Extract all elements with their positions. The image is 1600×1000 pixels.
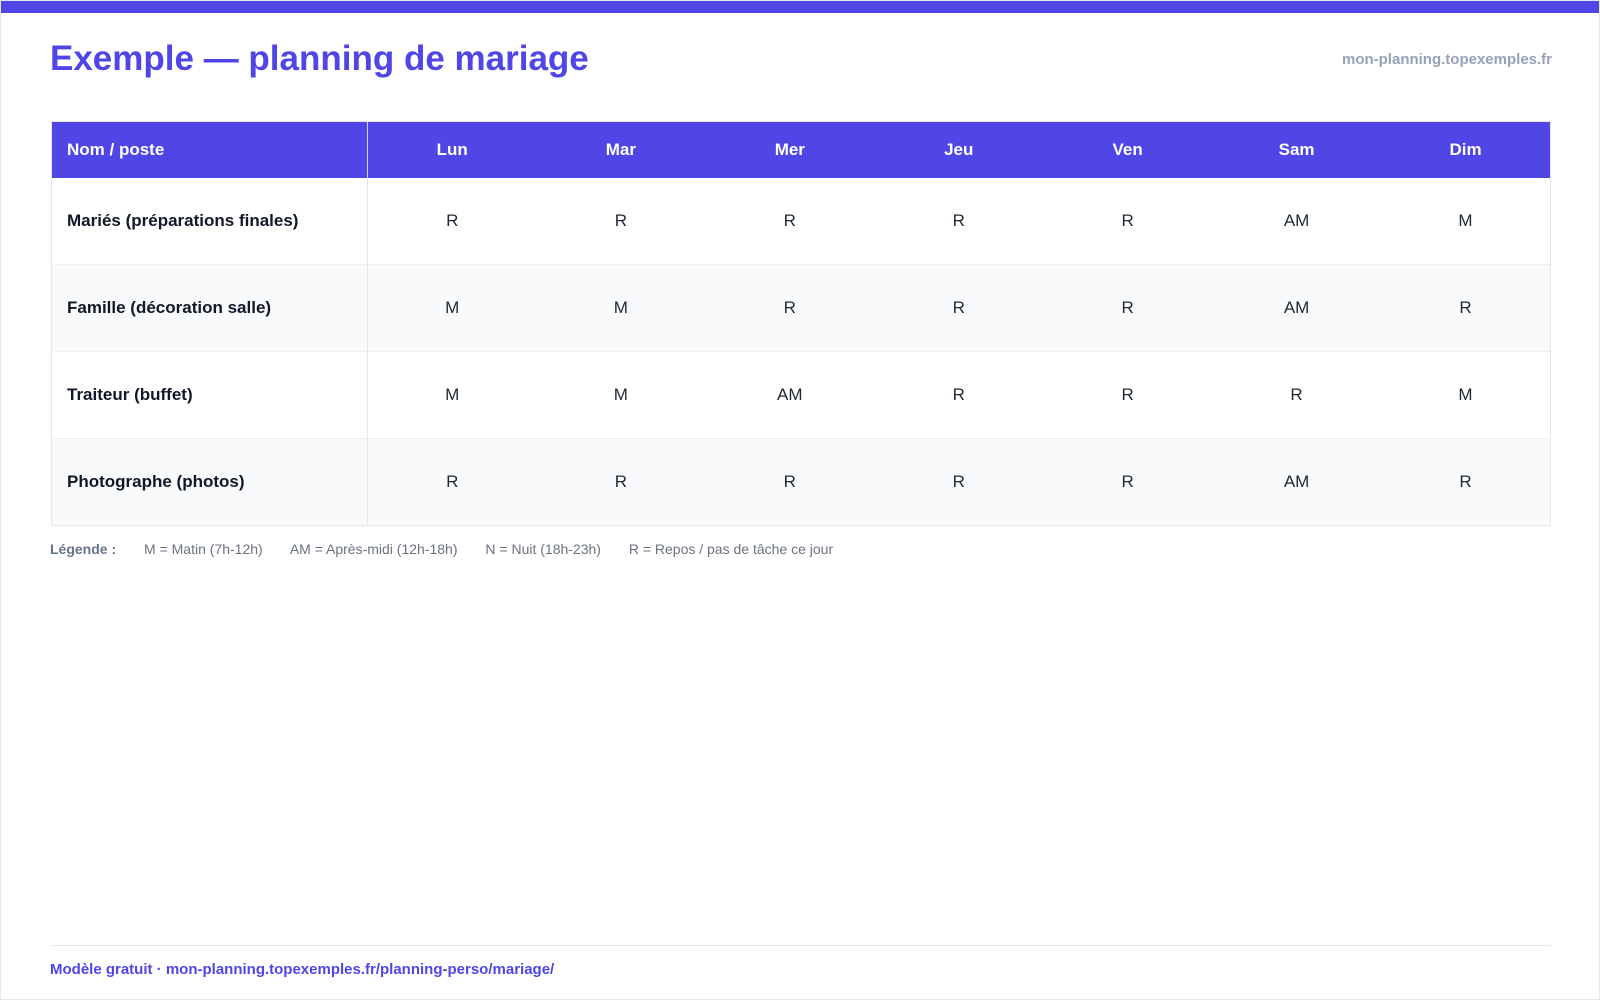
table-cell: R (446, 211, 459, 230)
column-header-sam: Sam (1212, 122, 1382, 178)
page-title: Exemple — planning de mariage (50, 39, 589, 78)
table-cell: R (874, 351, 1044, 439)
table-cell: R (705, 438, 875, 525)
table-cell: M (367, 264, 537, 352)
table-cell: R (1043, 264, 1213, 352)
column-header-name: Nom / poste (52, 122, 368, 178)
table-cell: R (367, 438, 537, 525)
row-name-traiteur: Traiteur (buffet) (52, 351, 368, 439)
table-cell: R (952, 211, 965, 230)
top-accent-bar (1, 1, 1599, 13)
site-domain[interactable]: mon-planning.topexemples.fr (1342, 51, 1552, 68)
table-cell: R (705, 264, 875, 352)
table-cell: R (536, 438, 706, 525)
table-cell: R (1381, 438, 1550, 525)
legend-item-nuit: N = Nuit (18h-23h) (485, 541, 601, 557)
table-cell: R (1043, 438, 1213, 525)
table-cell: M (536, 351, 706, 439)
table-cell: R (1121, 211, 1134, 230)
table-cell: M (367, 351, 537, 439)
table-cell: M (1381, 351, 1550, 439)
table-cell: AM (1283, 211, 1310, 230)
row-name-famille: Famille (décoration salle) (52, 264, 368, 352)
legend: Légende : M = Matin (7h-12h) AM = Après-… (50, 541, 857, 557)
column-header-lun: Lun (367, 122, 537, 178)
column-header-ven: Ven (1043, 122, 1213, 178)
schedule-table-container: Nom / poste Lun Mar Mer Jeu Ven Sam Dim … (51, 121, 1551, 526)
table-cell: R (1381, 264, 1550, 352)
table-cell: R (874, 264, 1044, 352)
row-name-maries: Mariés (préparations finales) (52, 178, 368, 265)
page: Exemple — planning de mariage mon-planni… (0, 0, 1600, 1000)
table-row: Photographe (photos) R R R R R AM R (52, 438, 1550, 525)
row-name-photographe: Photographe (photos) (52, 438, 368, 525)
table-cell: M (1458, 211, 1473, 230)
table-cell: R (1043, 351, 1213, 439)
footer-link[interactable]: Modèle gratuit · mon-planning.topexemple… (50, 961, 554, 978)
table-header-row: Nom / poste Lun Mar Mer Jeu Ven Sam Dim (52, 122, 1550, 178)
column-header-mar: Mar (536, 122, 706, 178)
table-row: Famille (décoration salle) M M R R R AM … (52, 264, 1550, 352)
table-row: Traiteur (buffet) M M AM R R R M (52, 351, 1550, 439)
table-cell: AM (705, 351, 875, 439)
table-cell: R (874, 438, 1044, 525)
legend-item-repos: R = Repos / pas de tâche ce jour (628, 541, 834, 557)
legend-item-apres-midi: AM = Après-midi (12h-18h) (289, 541, 458, 557)
footer-divider (51, 945, 1551, 946)
legend-label: Légende : (50, 541, 117, 557)
table-row: Mariés (préparations finales) R R R R R … (52, 178, 1550, 265)
column-header-dim: Dim (1381, 122, 1550, 178)
table-cell: AM (1212, 264, 1382, 352)
legend-item-matin: M = Matin (7h-12h) (144, 541, 263, 557)
column-header-mer: Mer (705, 122, 875, 178)
schedule-table: Nom / poste Lun Mar Mer Jeu Ven Sam Dim … (52, 122, 1550, 525)
table-cell: R (614, 211, 628, 230)
table-cell: M (536, 264, 706, 352)
table-cell: R (1212, 351, 1382, 439)
table-cell: AM (1212, 438, 1382, 525)
column-header-jeu: Jeu (874, 122, 1044, 178)
table-cell: R (783, 211, 796, 230)
